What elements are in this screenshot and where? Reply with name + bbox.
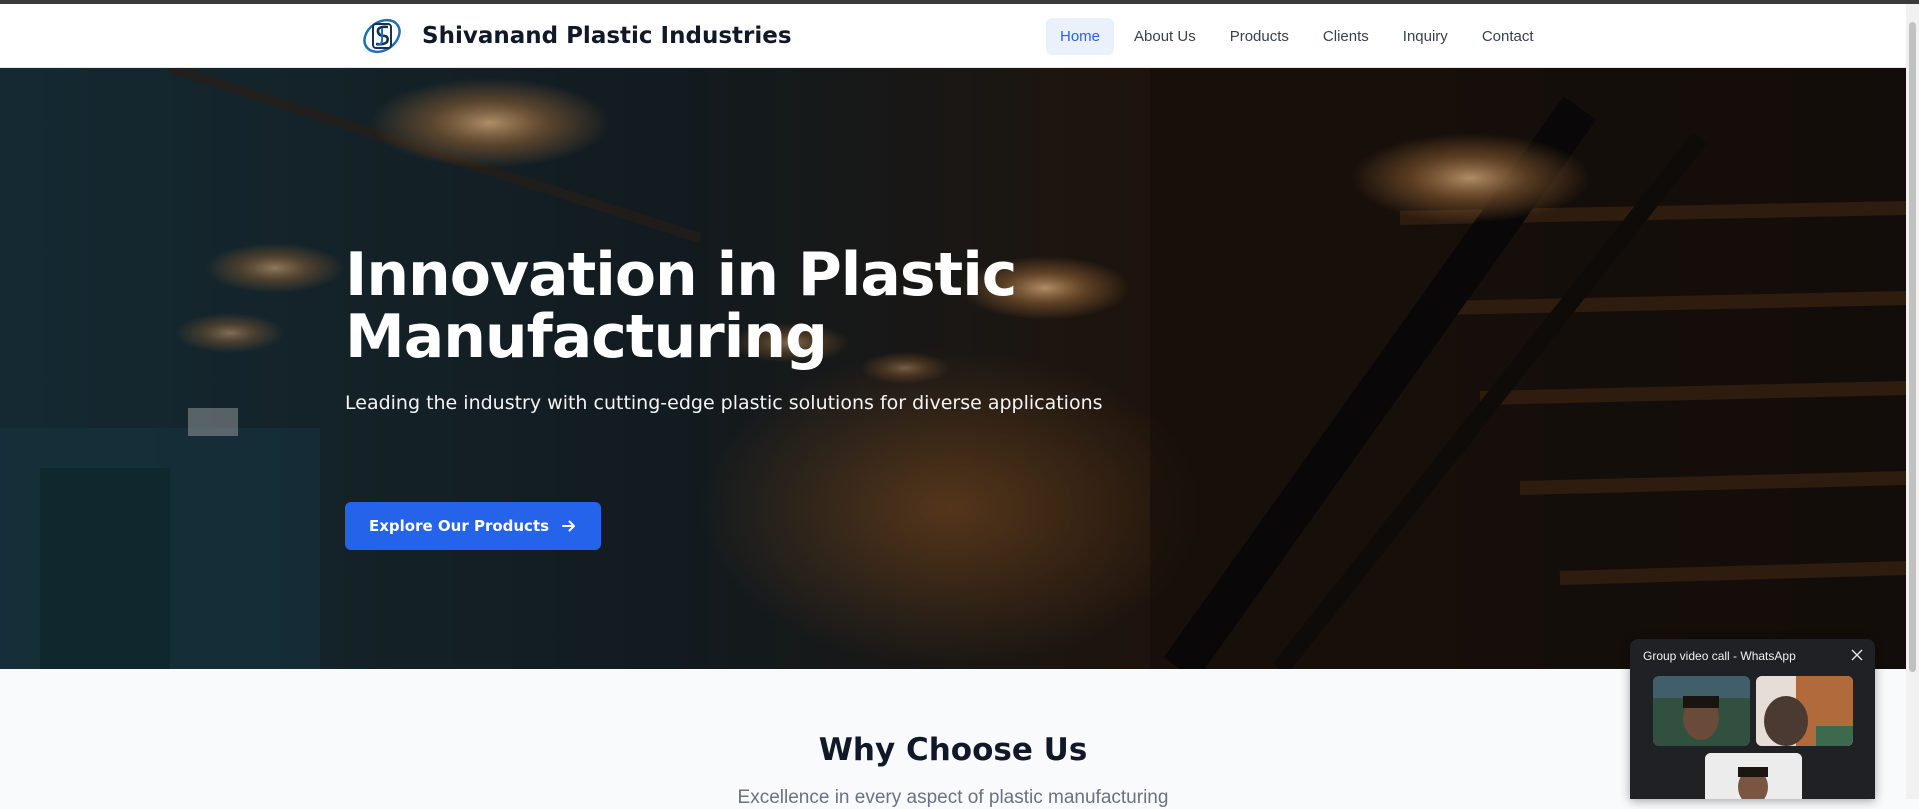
nav-inquiry[interactable]: Inquiry (1389, 18, 1462, 55)
hero-section: Innovation in Plastic Manufacturing Lead… (0, 68, 1906, 669)
scrollbar-thumb[interactable] (1909, 22, 1916, 672)
why-choose-us-title: Why Choose Us (818, 732, 1088, 768)
participant-video-1[interactable] (1653, 676, 1750, 746)
sp-logo-icon (363, 18, 401, 54)
participant-2-image (1756, 676, 1853, 746)
why-choose-us-section: Why Choose Us Excellence in every aspect… (0, 669, 1906, 808)
explore-products-button[interactable]: Explore Our Products (345, 502, 602, 550)
brand-name: Shivanand Plastic Industries (422, 23, 792, 49)
participant-1-image (1653, 676, 1750, 746)
nav-products[interactable]: Products (1216, 18, 1303, 55)
participant-video-3[interactable] (1705, 753, 1802, 799)
explore-products-label: Explore Our Products (369, 517, 550, 535)
page-scrollbar[interactable] (1906, 4, 1919, 799)
hero-content: Innovation in Plastic Manufacturing Lead… (345, 244, 1245, 550)
why-choose-us-subtitle: Excellence in every aspect of plastic ma… (737, 787, 1169, 808)
brand[interactable]: Shivanand Plastic Industries (360, 14, 792, 58)
site-header: Shivanand Plastic Industries Home About … (0, 4, 1906, 68)
participant-video-2[interactable] (1756, 676, 1853, 746)
whatsapp-popup-title: Group video call - WhatsApp (1643, 649, 1796, 663)
whatsapp-call-popup[interactable]: Group video call - WhatsApp (1630, 639, 1875, 799)
hero-title-line-1: Innovation in Plastic (345, 240, 1017, 310)
hero-title: Innovation in Plastic Manufacturing (345, 244, 1245, 368)
main-nav: Home About Us Products Clients Inquiry C… (1046, 18, 1548, 55)
nav-clients[interactable]: Clients (1309, 18, 1383, 55)
nav-home[interactable]: Home (1046, 18, 1115, 55)
nav-contact[interactable]: Contact (1468, 18, 1548, 55)
arrow-right-icon (562, 520, 576, 532)
participant-3-image (1705, 753, 1802, 799)
close-icon[interactable] (1851, 649, 1863, 661)
hero-subtitle: Leading the industry with cutting-edge p… (345, 392, 1103, 414)
nav-about-us[interactable]: About Us (1120, 18, 1210, 55)
hero-title-line-2: Manufacturing (345, 302, 828, 372)
